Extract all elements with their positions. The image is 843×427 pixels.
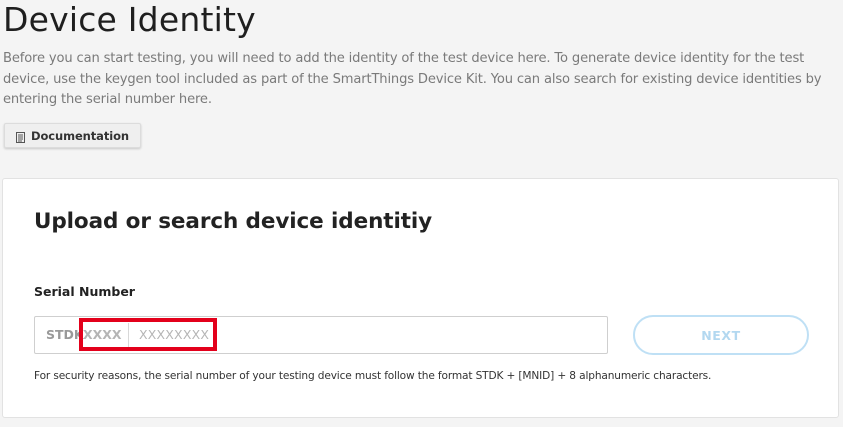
serial-number-label: Serial Number [34,284,135,299]
device-identity-page: Device Identity Before you can start tes… [0,0,843,427]
card-title: Upload or search device identitiy [34,209,433,234]
page-title: Device Identity [3,0,256,39]
document-icon [16,130,26,143]
segment-divider [128,323,129,349]
page-description: Before you can start testing, you will n… [3,51,822,107]
serial-suffix-input[interactable]: XXXXXXXX [139,317,209,353]
mnid-input[interactable]: XXXX [83,317,122,353]
documentation-button-label: Documentation [31,128,129,143]
next-button-label: NEXT [701,327,741,343]
upload-search-card: Upload or search device identitiy Serial… [2,178,839,418]
serial-format-helper-text: For security reasons, the serial number … [34,370,712,382]
serial-number-input[interactable]: STDK XXXX XXXXXXXX [34,316,608,354]
next-button[interactable]: NEXT [633,315,809,355]
serial-prefix: STDK [46,327,84,342]
documentation-button[interactable]: Documentation [4,123,141,148]
